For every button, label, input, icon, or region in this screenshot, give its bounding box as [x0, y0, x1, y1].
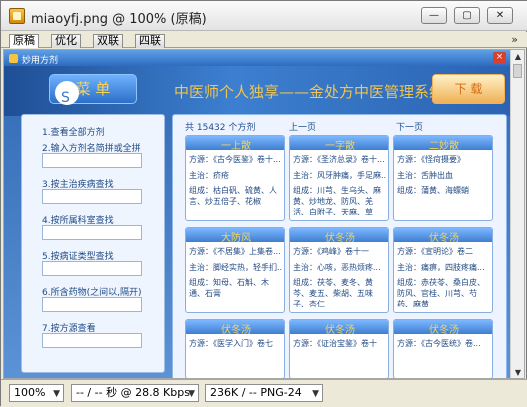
disease-search-input[interactable] [42, 189, 142, 204]
dropdown-icon: ▼ [53, 389, 60, 399]
download-speed-select[interactable]: -- / -- 秒 @ 28.8 Kbps ▼ [71, 384, 199, 402]
formula-card[interactable]: 伏冬汤 方源：《宣明论》卷二 主治：痛痹，四肢疼痛... 组成：赤茯苓、桑白皮、… [393, 227, 493, 313]
formula-card-header: 一字散 [290, 136, 388, 152]
formula-card[interactable]: 一字散 方源：《圣济总录》卷十... 主治：风牙肿痛，手足麻... 组成：川芎、… [289, 135, 389, 221]
app-title: 妙用方剂 [22, 56, 59, 66]
formula-source: 方源：《古今医统》卷... [397, 339, 481, 348]
formula-name: 伏冬汤 [325, 233, 355, 244]
formula-source: 方源：《医学入门》卷七 [189, 339, 273, 348]
formula-name: 伏冬汤 [325, 325, 355, 336]
formula-card-header: 二妙散 [394, 136, 492, 152]
formula-name: 一字散 [325, 141, 355, 152]
pinyin-search-input[interactable] [42, 153, 142, 168]
formula-composition: 组成：川芎、生乌头、麻黄、炒地龙、防风、羌活、白附子、天麻、草乌... [293, 186, 381, 215]
formula-indication: 主治：舌肿出血 [397, 171, 453, 180]
formula-source: 方源：《宣明论》卷二 [397, 247, 473, 256]
prev-page-link[interactable]: 上一页 [289, 120, 316, 133]
image-window: miaoyfj.png @ 100% (原稿) — ▢ ✕ 原稿 优化 双联 四… [0, 0, 527, 407]
formula-source: 方源：《怪疴摄要》 [397, 155, 465, 164]
logo-icon [55, 81, 79, 112]
status-bar: 100% ▼ -- / -- 秒 @ 28.8 Kbps ▼ 236K / --… [1, 379, 527, 407]
formula-source: 方源：《古今医鉴》卷十... [189, 155, 281, 164]
formula-composition: 组成：蒲黄、海螵蛸 [397, 186, 469, 195]
herb-search-input[interactable] [42, 297, 142, 312]
dropdown-icon: ▼ [312, 389, 319, 399]
dropdown-icon: ▼ [188, 389, 195, 399]
formula-count: 共 15432 个方剂 [185, 123, 256, 133]
formula-name: 一上散 [221, 141, 251, 152]
preview-app: 妙用方剂 × 菜 单 中医师个人独享——金处方中医管理系统 下 载 1.查看全部… [4, 50, 512, 378]
formula-list-panel: 共 15432 个方剂 上一页 下一页 一上散 方源：《古今医鉴》卷十... 主… [172, 114, 507, 378]
menu-label: 菜 单 [75, 80, 111, 98]
formula-source: 方源：《鸡峰》卷十一 [293, 247, 369, 256]
tab-4-up[interactable]: 四联 [135, 34, 165, 48]
next-page-link[interactable]: 下一页 [396, 120, 423, 133]
formula-card[interactable]: 二妙散 方源：《怪疴摄要》 主治：舌肿出血 组成：蒲黄、海螵蛸 [393, 135, 493, 221]
download-speed-value: -- / -- 秒 @ 28.8 Kbps [76, 386, 190, 399]
view-all-link[interactable]: 1.查看全部方剂 [42, 125, 105, 138]
formula-source: 方源：《不居集》上集卷... [189, 247, 281, 256]
banner-title: 中医师个人独享——金处方中医管理系统 [174, 83, 445, 101]
formula-card[interactable]: 伏冬汤 方源：《证治宝鉴》卷十 [289, 319, 389, 378]
formula-name: 二妙散 [429, 141, 459, 152]
formula-card-header: 伏冬汤 [394, 228, 492, 244]
formula-card-header: 伏冬汤 [394, 320, 492, 336]
formula-card-header: 大防风 [186, 228, 284, 244]
formula-card[interactable]: 伏冬汤 方源：《鸡峰》卷十一 主治：心咳，恶热烦疼... 组成：茯苓、麦冬、黄芩… [289, 227, 389, 313]
formula-composition: 组成：枯白矾、硫黄、人言、炒五倍子、花椒 [189, 186, 277, 206]
close-button[interactable]: ✕ [487, 7, 513, 24]
department-search-input[interactable] [42, 225, 142, 240]
formula-indication: 主治：心咳，恶热烦疼... [293, 263, 381, 272]
formula-card-header: 伏冬汤 [186, 320, 284, 336]
formula-indication: 主治：风牙肿痛，手足麻... [293, 171, 387, 180]
formula-card[interactable]: 伏冬汤 方源：《医学入门》卷七 [185, 319, 285, 378]
window-title: miaoyfj.png @ 100% (原稿) [31, 12, 207, 27]
format-select[interactable]: 236K / -- PNG-24 ▼ [205, 384, 323, 402]
formula-name: 伏冬汤 [429, 233, 459, 244]
vertical-scrollbar[interactable]: ▲ ▼ [510, 50, 524, 378]
image-viewer: 妙用方剂 × 菜 单 中医师个人独享——金处方中医管理系统 下 载 1.查看全部… [3, 49, 525, 379]
formula-composition: 组成：赤茯苓、桑白皮、防风、官桂、川芎、芍药、麻黄 [397, 278, 485, 307]
formula-card[interactable]: 伏冬汤 方源：《古今医统》卷... [393, 319, 493, 378]
formula-indication: 主治：疥疮 [189, 171, 229, 180]
formula-source: 方源：《圣济总录》卷十... [293, 155, 385, 164]
app-icon [9, 54, 18, 63]
formula-card-header: 伏冬汤 [290, 228, 388, 244]
formula-card[interactable]: 大防风 方源：《不居集》上集卷... 主治：脚经实热，轻手扪... 组成：知母、… [185, 227, 285, 313]
maximize-button[interactable]: ▢ [454, 7, 480, 24]
syndrome-search-input[interactable] [42, 261, 142, 276]
formula-indication: 主治：脚经实热，轻手扪... [189, 263, 283, 272]
formula-name: 伏冬汤 [429, 325, 459, 336]
formula-composition: 组成：茯苓、麦冬、黄芩、麦五、柴胡、五味子、杏仁 [293, 278, 373, 307]
scroll-down-icon[interactable]: ▼ [513, 368, 523, 378]
zoom-select[interactable]: 100% ▼ [9, 384, 64, 402]
scroll-thumb[interactable] [513, 64, 522, 78]
download-button[interactable]: 下 载 [432, 74, 505, 104]
menu-button[interactable]: 菜 单 [49, 74, 137, 112]
app-titlebar: 妙用方剂 × [4, 50, 512, 66]
formula-name: 伏冬汤 [221, 325, 251, 336]
zoom-value: 100% [14, 386, 46, 399]
formula-composition: 组成：知母、石斛、木通、石膏 [189, 278, 269, 298]
format-value: 236K / -- PNG-24 [210, 386, 302, 399]
search-panel: 1.查看全部方剂 2.输入方剂名简拼或全拼 3.按主治疾病查找 4.按所属科室查… [21, 114, 165, 373]
source-search-input[interactable] [42, 333, 142, 348]
formula-card-header: 伏冬汤 [290, 320, 388, 336]
scroll-up-icon[interactable]: ▲ [513, 52, 523, 62]
title-bar: miaoyfj.png @ 100% (原稿) — ▢ ✕ [1, 1, 527, 31]
formula-indication: 主治：痛痹，四肢疼痛... [397, 263, 485, 272]
image-file-icon [9, 8, 25, 24]
tab-optimized[interactable]: 优化 [51, 34, 81, 48]
view-tabs: 原稿 优化 双联 四联 » [1, 32, 527, 48]
tab-original[interactable]: 原稿 [9, 34, 39, 48]
more-tabs-icon[interactable]: » [511, 33, 518, 46]
formula-name: 大防风 [221, 233, 251, 244]
formula-source: 方源：《证治宝鉴》卷十 [293, 339, 377, 348]
formula-card[interactable]: 一上散 方源：《古今医鉴》卷十... 主治：疥疮 组成：枯白矾、硫黄、人言、炒五… [185, 135, 285, 221]
app-close-icon[interactable]: × [493, 52, 506, 64]
minimize-button[interactable]: — [421, 7, 447, 24]
tab-2-up[interactable]: 双联 [93, 34, 123, 48]
formula-card-header: 一上散 [186, 136, 284, 152]
app-banner: 菜 单 中医师个人独享——金处方中医管理系统 下 载 [4, 66, 512, 116]
